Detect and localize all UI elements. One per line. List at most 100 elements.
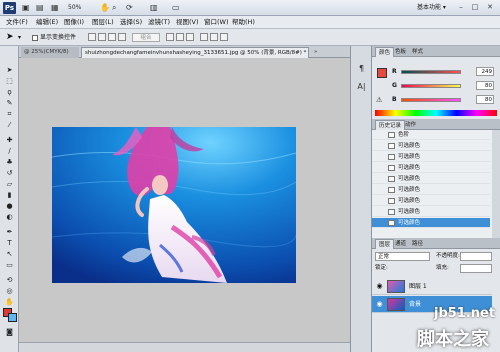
arrange-documents-icon[interactable]: ▥ (150, 3, 158, 13)
tab-actions[interactable]: 动作 (402, 120, 419, 130)
shape-tool-icon[interactable]: ▭ (4, 261, 15, 270)
move-tool-icon[interactable]: ➤ (4, 66, 15, 75)
3d-orbit-tool-icon[interactable]: ◎ (4, 287, 15, 296)
visibility-eye-icon[interactable]: ◉ (375, 282, 384, 291)
zoom-level[interactable]: 50% (68, 2, 92, 13)
menu-view[interactable]: 视图(V) (176, 17, 199, 28)
blue-value[interactable]: 80 (476, 95, 494, 104)
opacity-input[interactable] (460, 252, 492, 261)
tab-channels[interactable]: 通道 (392, 239, 409, 249)
distribute-left-button[interactable] (200, 33, 208, 41)
character-panel-icon[interactable]: A| (355, 80, 368, 93)
crop-tool-icon[interactable]: ⌗ (4, 110, 15, 119)
dodge-tool-icon[interactable]: ◐ (4, 213, 15, 222)
foreground-color-chip[interactable] (377, 68, 387, 78)
history-brush-tool-icon[interactable]: ↺ (4, 169, 15, 178)
tab-styles[interactable]: 样式 (409, 47, 426, 57)
document-tab-active[interactable]: shuizhongdechangfameinvhunshasheying_313… (81, 47, 309, 58)
menu-image[interactable]: 图像(I) (64, 17, 84, 28)
history-item[interactable]: 可选颜色 (372, 174, 490, 184)
align-left-button[interactable] (118, 33, 126, 41)
layer-thumbnail (387, 280, 405, 293)
distribute-bottom-button[interactable] (186, 33, 194, 41)
layer-row[interactable]: ◉ 图层 1 (372, 278, 492, 295)
auto-select-field[interactable]: 组合 (132, 33, 160, 42)
tab-swatches[interactable]: 色板 (392, 47, 409, 57)
red-slider[interactable] (401, 70, 461, 74)
brush-tool-icon[interactable]: ∕ (4, 147, 15, 156)
maximize-button[interactable]: □ (469, 2, 481, 13)
distribute-top-button[interactable] (166, 33, 174, 41)
history-item[interactable]: 可选颜色 (372, 207, 490, 217)
canvas-area[interactable] (19, 58, 350, 342)
layer-name: 图层 1 (409, 283, 427, 290)
marquee-tool-icon[interactable]: ⬚ (4, 77, 15, 86)
hand-tool-icon[interactable]: ✋ (4, 298, 15, 307)
background-color-swatch[interactable] (8, 313, 17, 322)
minimize-button[interactable]: – (455, 2, 467, 13)
gamut-warning-icon[interactable]: ⚠ (376, 96, 382, 104)
hand-tool-icon[interactable]: ✋ (100, 3, 110, 13)
red-value[interactable]: 249 (476, 67, 494, 76)
align-top-button[interactable] (88, 33, 96, 41)
blur-tool-icon[interactable]: ● (4, 202, 15, 211)
history-item[interactable]: 可选颜色 (372, 141, 490, 151)
distribute-middle-button[interactable] (176, 33, 184, 41)
eyedropper-tool-icon[interactable]: ⁄ (4, 121, 15, 130)
tabs-overflow-button[interactable]: » (311, 47, 325, 58)
history-step-icon (388, 154, 395, 160)
history-item[interactable]: 色阶 (372, 130, 490, 140)
blue-slider[interactable] (401, 98, 461, 102)
3d-rotate-tool-icon[interactable]: ⟲ (4, 276, 15, 285)
menu-select[interactable]: 选择(S) (120, 17, 142, 28)
green-slider[interactable] (401, 84, 461, 88)
paragraph-panel-icon[interactable]: ¶ (355, 62, 368, 75)
distribute-right-button[interactable] (220, 33, 228, 41)
menu-file[interactable]: 文件(F) (6, 17, 28, 28)
lasso-tool-icon[interactable]: ϙ (4, 88, 15, 97)
close-button[interactable]: ✕ (484, 2, 496, 13)
bridge-icon[interactable]: ▣ (22, 3, 30, 13)
document-tab-1[interactable]: @ 25%(CMYK/8) (21, 47, 79, 58)
screen-mode-icon[interactable]: ▭ (172, 3, 180, 13)
green-value[interactable]: 80 (476, 81, 494, 90)
visibility-eye-icon[interactable]: ◉ (375, 300, 384, 309)
zoom-tool-icon[interactable]: ⌕ (112, 3, 116, 13)
rotate-view-icon[interactable]: ⟳ (126, 3, 133, 13)
align-middle-button[interactable] (98, 33, 106, 41)
menu-help[interactable]: 帮助(H) (232, 17, 255, 28)
workspace-switcher[interactable]: 基本功能 ▾ (417, 2, 446, 13)
history-item[interactable]: 可选颜色 (372, 196, 490, 206)
blend-mode-select[interactable]: 正常 (375, 252, 430, 261)
eraser-tool-icon[interactable]: ▱ (4, 180, 15, 189)
fill-input[interactable] (460, 264, 492, 273)
pen-tool-icon[interactable]: ✒ (4, 228, 15, 237)
show-transform-controls-checkbox[interactable] (32, 35, 38, 41)
menu-layer[interactable]: 图层(L) (92, 17, 114, 28)
tab-paths[interactable]: 路径 (409, 239, 426, 249)
healing-brush-tool-icon[interactable]: ✚ (4, 136, 15, 145)
preset-dropdown-icon[interactable]: ▾ (18, 33, 21, 42)
history-item[interactable]: 可选颜色 (372, 152, 490, 162)
menu-filter[interactable]: 滤镜(T) (148, 17, 170, 28)
history-item[interactable]: 可选颜色 (372, 185, 490, 195)
menu-edit[interactable]: 编辑(E) (36, 17, 58, 28)
distribute-center-button[interactable] (210, 33, 218, 41)
tab-history[interactable]: 历史记录 (375, 120, 406, 130)
quick-select-tool-icon[interactable]: ✎ (4, 99, 15, 108)
type-tool-icon[interactable]: T (4, 239, 15, 248)
menu-window[interactable]: 窗口(W) (204, 17, 229, 28)
color-spectrum-bar[interactable] (375, 110, 497, 116)
clone-stamp-tool-icon[interactable]: ♣ (4, 158, 15, 167)
align-bottom-button[interactable] (108, 33, 116, 41)
history-item[interactable]: 可选颜色 (372, 163, 490, 173)
view-extras-icon[interactable]: ▦ (51, 3, 59, 13)
gradient-tool-icon[interactable]: ▮ (4, 191, 15, 200)
history-item-selected[interactable]: 可选颜色 (372, 218, 490, 228)
history-scrollbar[interactable] (492, 130, 500, 238)
document-image[interactable] (52, 127, 296, 283)
quick-mask-icon[interactable]: ◙ (4, 328, 15, 337)
path-selection-tool-icon[interactable]: ↖ (4, 250, 15, 259)
mini-bridge-icon[interactable]: ▤ (36, 3, 44, 13)
move-tool-preset-icon[interactable]: ➤ (6, 32, 14, 42)
